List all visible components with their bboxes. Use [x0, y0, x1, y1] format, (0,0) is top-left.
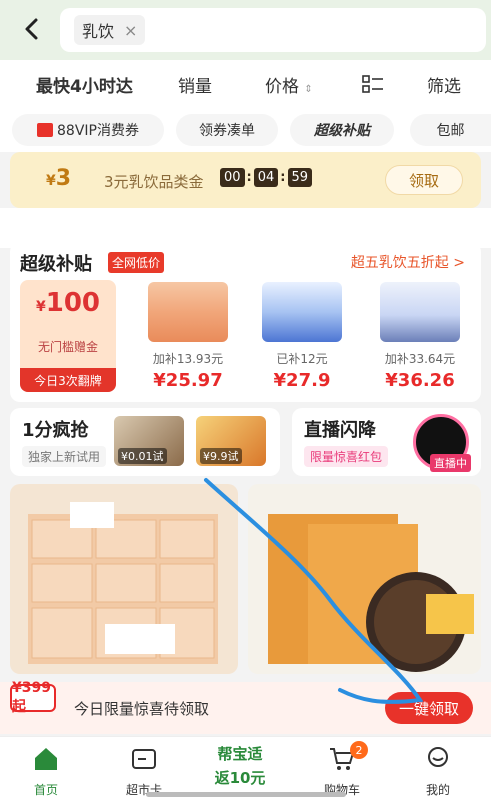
coupon-currency: ¥ [46, 173, 56, 189]
flash-thumb[interactable]: ¥0.01试 [114, 416, 184, 466]
bonus-amount: ¥100 [20, 288, 116, 318]
sort-arrows-icon: ⇕ [304, 84, 313, 95]
filter-button[interactable]: 筛选 [427, 72, 461, 97]
product-card[interactable]: 加补13.93元 ¥25.97 [140, 282, 236, 394]
coupon-claim-button[interactable]: 领取 [385, 165, 463, 195]
bonus-card[interactable]: ¥100 无门槛赠金 今日3次翻牌 [20, 280, 116, 392]
tab-me[interactable]: 我的 [398, 741, 478, 797]
product-subsidy: 已补12元 [276, 352, 328, 366]
countdown-timer: 00 : 04 : 59 [220, 168, 313, 187]
filter-88vip-label: 88VIP消费券 [57, 123, 139, 139]
product-tile-tissue[interactable] [10, 484, 238, 674]
filter-coupon[interactable]: 领券凑单 [176, 114, 278, 146]
timer-colon: : [280, 170, 286, 185]
home-indicator [146, 792, 346, 797]
tab-cart[interactable]: 2 购物车 [302, 741, 382, 797]
coupon-amount-value: 3 [55, 166, 72, 191]
flash-thumb-tag: ¥9.9试 [200, 448, 242, 464]
product-image [148, 282, 228, 342]
clear-chip-icon[interactable]: × [124, 21, 137, 40]
filter-chips: 88VIP消费券 领券凑单 超级补贴 包邮 [0, 108, 491, 152]
timer-seconds: 59 [287, 168, 313, 187]
live-card[interactable]: 直播闪降 限量惊喜红包 直播中 [292, 408, 481, 476]
product-tile-noodle[interactable] [248, 484, 481, 674]
search-chip[interactable]: 乳饮 × [74, 15, 146, 45]
coupon-desc: 3元乳饮品类金 [104, 173, 204, 191]
product-subsidy: 加补33.64元 [384, 352, 456, 366]
tissue-image [28, 502, 218, 664]
sort-price-label: 价格 [265, 77, 299, 97]
bonus-amount-value: 100 [45, 288, 101, 318]
bonus-label: 无门槛赠金 [37, 340, 98, 354]
flash-thumb[interactable]: ¥9.9试 [196, 416, 266, 466]
product-price: ¥27.9 [273, 370, 331, 391]
filter-88vip[interactable]: 88VIP消费券 [12, 114, 164, 146]
flash-sale-card[interactable]: 1分疯抢 独家上新试用 ¥0.01试 ¥9.9试 [10, 408, 280, 476]
sort-fastest-label: 最快4小时达 [36, 77, 133, 97]
sort-price[interactable]: 价格 ⇕ [265, 72, 313, 97]
claim-all-button[interactable]: 一键领取 [385, 692, 473, 724]
live-title: 直播闪降 [304, 420, 376, 441]
grid-view-icon[interactable] [362, 74, 384, 99]
sort-bar: 最快4小时达 销量 价格 ⇕ 筛选 [0, 60, 491, 108]
promo-tab-line1: 帮宝适 [217, 745, 263, 763]
tab-home[interactable]: 首页 [6, 741, 86, 797]
bonus-footer: 今日3次翻牌 [20, 368, 116, 392]
timer-hours: 00 [220, 168, 245, 187]
product-card[interactable]: 已补12元 ¥27.9 [254, 282, 350, 394]
back-arrow-icon[interactable] [16, 12, 46, 46]
filter-free-shipping[interactable]: 包邮 [410, 114, 491, 146]
search-chip-label: 乳饮 [82, 22, 115, 41]
top-bar: 乳饮 × [0, 0, 491, 60]
product-subsidy: 加补13.93元 [152, 352, 224, 366]
promo-text: 今日限量惊喜待领取 [74, 700, 210, 718]
timer-minutes: 04 [253, 168, 279, 187]
coupon-banner: ¥3 3元乳饮品类金 00 : 04 : 59 领取 [10, 152, 481, 208]
tab-home-label: 首页 [33, 783, 58, 797]
home-icon [35, 748, 57, 770]
sort-sales[interactable]: 销量 [178, 72, 212, 97]
tab-supermarket-card[interactable]: 超市卡 [104, 741, 184, 797]
coupon-amount: ¥3 [46, 166, 71, 191]
flash-sale-title: 1分疯抢 [22, 420, 89, 441]
tab-me-label: 我的 [425, 783, 450, 797]
super-subsidy-title: 超级补贴 [20, 254, 92, 275]
sort-fastest[interactable]: 最快4小时达 [36, 72, 133, 97]
bonus-currency: ¥ [35, 299, 46, 315]
promo-row: 1分疯抢 独家上新试用 ¥0.01试 ¥9.9试 直播闪降 限量惊喜红包 直播中 [10, 408, 481, 476]
product-card[interactable]: 加补33.64元 ¥36.26 [372, 282, 468, 394]
promo-tab-line2: 返10元 [214, 769, 266, 787]
product-price: ¥36.26 [385, 370, 455, 391]
product-price: ¥25.97 [153, 370, 223, 391]
card-icon [132, 749, 156, 769]
product-grid [10, 484, 481, 674]
flash-sale-subtitle: 独家上新试用 [22, 446, 107, 467]
tab-promo-pampers[interactable]: 帮宝适 返10元 [200, 739, 280, 799]
product-image [380, 282, 460, 342]
live-subtitle: 限量惊喜红包 [304, 446, 389, 467]
promo-strip: ¥399起 今日限量惊喜待领取 一键领取 [0, 680, 491, 734]
flash-thumb-tag: ¥0.01试 [118, 448, 167, 464]
lowest-price-badge: 全网低价 [108, 252, 165, 273]
product-image [262, 282, 342, 342]
super-subsidy-more-link[interactable]: 超五乳饮五折起 > [351, 252, 465, 272]
bottom-tab-bar: 首页 超市卡 帮宝适 返10元 2 购物车 我的 [0, 736, 491, 800]
search-input[interactable]: 乳饮 × [60, 8, 486, 52]
timer-colon: : [246, 170, 252, 185]
noodle-image [268, 514, 474, 672]
live-tag: 直播中 [430, 454, 471, 472]
filter-super-subsidy[interactable]: 超级补贴 [290, 114, 394, 146]
vip-coupon-icon [37, 123, 54, 137]
cart-badge: 2 [350, 741, 368, 759]
profile-icon [428, 747, 448, 767]
promo-price-badge: ¥399起 [10, 680, 56, 715]
super-subsidy-panel: 超级补贴 全网低价 超五乳饮五折起 > ¥100 无门槛赠金 今日3次翻牌 加补… [10, 242, 481, 402]
